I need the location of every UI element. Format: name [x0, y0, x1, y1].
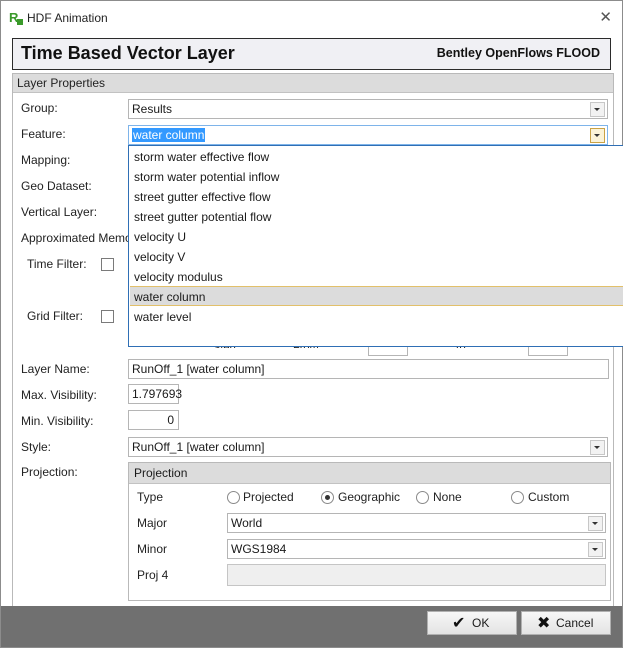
group-value: Results [132, 102, 173, 116]
feature-option-label: street gutter potential flow [134, 210, 272, 224]
layer-properties-title: Layer Properties [17, 76, 106, 90]
feature-value-text: water column [132, 128, 206, 142]
major-value: World [231, 516, 263, 530]
feature-select[interactable]: water column [128, 125, 608, 145]
grid-filter-label: Grid Filter: [27, 309, 84, 323]
radio-custom-label: Custom [528, 490, 570, 504]
header-title: Time Based Vector Layer [21, 43, 235, 63]
proj4-input [227, 564, 606, 586]
feature-dropdown-list: storm water effective flow storm water p… [128, 145, 623, 347]
radio-custom[interactable] [511, 491, 524, 504]
geo-dataset-label: Geo Dataset: [21, 179, 92, 193]
chevron-down-icon[interactable] [588, 516, 603, 531]
feature-option[interactable]: velocity modulus [130, 267, 623, 287]
radio-geographic-label: Geographic [338, 490, 401, 504]
group-select[interactable]: Results [128, 99, 608, 119]
feature-option[interactable]: velocity U [130, 227, 623, 247]
style-select[interactable]: RunOff_1 [water column] [128, 437, 608, 457]
min-visibility-value: 0 [167, 413, 174, 427]
feature-option[interactable]: street gutter potential flow [130, 207, 623, 227]
chevron-down-icon[interactable] [590, 102, 605, 117]
feature-option[interactable]: water level [130, 307, 623, 327]
radio-projected[interactable] [227, 491, 240, 504]
feature-option-label: street gutter effective flow [134, 190, 271, 204]
ok-button-label: OK [472, 616, 490, 630]
feature-option[interactable]: storm water potential inflow [130, 167, 623, 187]
approx-memory-label: Approximated Memo [21, 231, 132, 245]
chevron-down-icon[interactable] [590, 128, 605, 143]
time-filter-checkbox[interactable] [101, 258, 114, 271]
min-visibility-input[interactable]: 0 [128, 410, 179, 430]
feature-option-label: velocity U [134, 230, 187, 244]
dialog-footer: ✔ OK ✖ Cancel [1, 606, 622, 647]
ok-button[interactable]: ✔ OK [427, 611, 517, 635]
minor-label: Minor [137, 542, 168, 556]
feature-option-label: storm water potential inflow [134, 170, 280, 184]
max-visibility-value: 1.797693 [132, 387, 183, 401]
radio-projected-label: Projected [243, 490, 294, 504]
feature-value: water column [132, 128, 206, 142]
feature-option-label: velocity V [134, 250, 186, 264]
window-title: HDF Animation [27, 11, 108, 25]
projection-group-title: Projection [134, 466, 188, 480]
projection-type-label: Type [137, 490, 164, 504]
check-icon: ✔ [452, 615, 466, 632]
layer-name-input[interactable]: RunOff_1 [water column] [128, 359, 609, 379]
style-label: Style: [21, 440, 52, 454]
minor-value: WGS1984 [231, 542, 287, 556]
radio-geographic[interactable] [321, 491, 334, 504]
feature-option[interactable]: storm water effective flow [130, 147, 623, 167]
feature-option[interactable]: velocity V [130, 247, 623, 267]
x-icon: ✖ [537, 615, 551, 632]
vertical-layer-label: Vertical Layer: [21, 205, 98, 219]
max-visibility-input[interactable]: 1.797693 [128, 384, 183, 404]
radio-none[interactable] [416, 491, 429, 504]
style-value: RunOff_1 [water column] [132, 440, 265, 454]
mapping-label: Mapping: [21, 153, 71, 167]
cancel-button-label: Cancel [556, 616, 594, 630]
feature-option-label: storm water effective flow [134, 150, 270, 164]
hdf-app-icon: R [9, 11, 23, 25]
proj4-label: Proj 4 [137, 568, 169, 582]
feature-option[interactable]: street gutter effective flow [130, 187, 623, 207]
feature-label: Feature: [21, 127, 66, 141]
feature-option-label: water level [134, 310, 192, 324]
time-filter-label: Time Filter: [27, 257, 87, 271]
projection-group-header: Projection [129, 463, 610, 484]
major-label: Major [137, 516, 168, 530]
feature-option-label: velocity modulus [134, 270, 223, 284]
cancel-button[interactable]: ✖ Cancel [521, 611, 611, 635]
grid-filter-checkbox[interactable] [101, 310, 114, 323]
radio-none-label: None [433, 490, 462, 504]
min-visibility-label: Min. Visibility: [21, 414, 94, 428]
dialog-header: Time Based Vector Layer Bentley OpenFlow… [12, 38, 611, 70]
header-brand: Bentley OpenFlows FLOOD [436, 46, 600, 60]
projection-label: Projection: [21, 465, 78, 479]
max-visibility-label: Max. Visibility: [21, 388, 97, 402]
chevron-down-icon[interactable] [588, 542, 603, 557]
title-bar: R HDF Animation ✕ [1, 1, 622, 35]
hdf-animation-dialog: R HDF Animation ✕ Time Based Vector Laye… [0, 0, 623, 648]
layer-name-value: RunOff_1 [water column] [132, 362, 265, 376]
minor-select[interactable]: WGS1984 [227, 539, 606, 559]
layer-name-label: Layer Name: [21, 362, 90, 376]
projection-group: Projection Type Projected Geographic Non… [128, 462, 611, 601]
chevron-down-icon[interactable] [590, 440, 605, 455]
feature-option-label: water column [134, 290, 206, 304]
layer-properties-header: Layer Properties [13, 74, 613, 93]
major-select[interactable]: World [227, 513, 606, 533]
close-icon[interactable]: ✕ [599, 8, 612, 26]
group-label: Group: [21, 101, 58, 115]
feature-option-selected[interactable]: water column [130, 286, 623, 306]
